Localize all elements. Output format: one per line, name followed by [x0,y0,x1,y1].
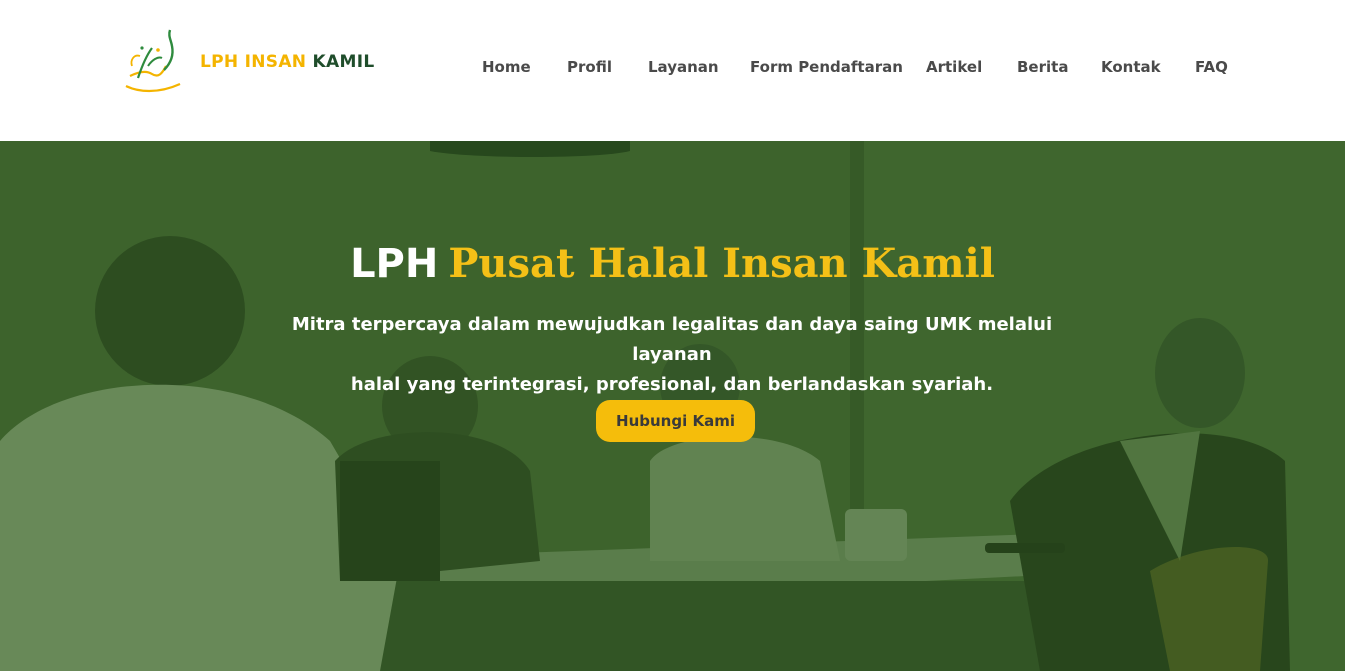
arabic-calligraphy-logo-icon [125,29,181,93]
nav-item-home[interactable]: Home [482,58,531,76]
hero-subtitle-line1: Mitra terpercaya dalam mewujudkan legali… [291,314,1053,365]
nav-item-profil[interactable]: Profil [567,58,612,76]
brand-name-part1: LPH INSAN [200,52,307,72]
site-header: LPH INSAN KAMIL Home Profil Layanan Form… [0,0,1345,141]
nav-item-layanan[interactable]: Layanan [648,58,719,76]
contact-us-button[interactable]: Hubungi Kami [596,400,755,442]
nav-item-form-pendaftaran[interactable]: Form Pendaftaran [750,58,903,76]
hero-subtitle: Mitra terpercaya dalam mewujudkan legali… [272,310,1072,400]
hero-title-gold: Pusat Halal Insan Kamil [448,240,995,287]
hero-subtitle-line2: halal yang terintegrasi, profesional, da… [350,374,994,395]
nav-item-artikel[interactable]: Artikel [926,58,982,76]
brand-logo[interactable]: LPH INSAN KAMIL [118,26,374,98]
hero-title: LPH Pusat Halal Insan Kamil [0,240,1345,288]
nav-item-kontak[interactable]: Kontak [1101,58,1161,76]
nav-item-berita[interactable]: Berita [1017,58,1068,76]
brand-name: LPH INSAN KAMIL [200,52,374,72]
nav-item-faq[interactable]: FAQ [1195,58,1228,76]
brand-name-part2: KAMIL [312,52,375,72]
hero-section: LPH Pusat Halal Insan Kamil Mitra terperc… [0,141,1345,671]
hero-title-white: LPH [350,241,439,287]
main-navigation: Home Profil Layanan Form Pendaftaran Art… [482,58,1228,82]
